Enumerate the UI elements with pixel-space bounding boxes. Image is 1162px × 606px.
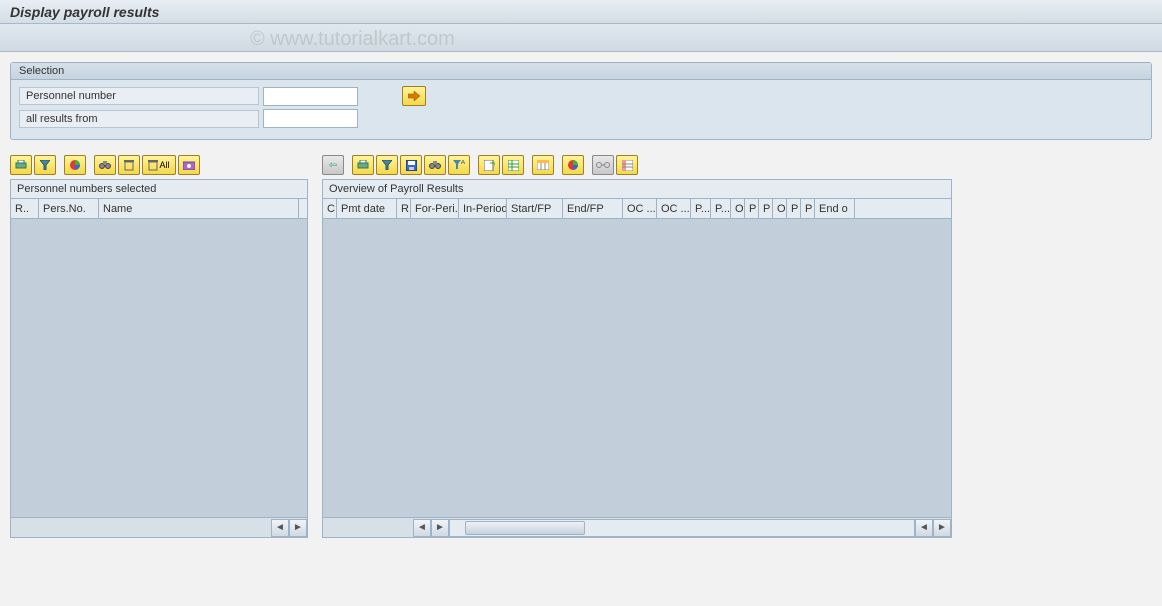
save-button[interactable] (400, 155, 422, 175)
refresh-button[interactable] (178, 155, 200, 175)
trash-icon (124, 160, 134, 171)
right-toolbar: ⇦ A (322, 154, 952, 176)
scroll-right-button-r2[interactable]: ► (933, 519, 951, 537)
column-header[interactable]: Pers.No. (39, 199, 99, 218)
export-button[interactable] (478, 155, 500, 175)
column-header[interactable]: End/FP (563, 199, 623, 218)
scroll-left-button-r[interactable]: ◄ (413, 519, 431, 537)
column-header[interactable]: P (745, 199, 759, 218)
column-header[interactable]: Pmt date (337, 199, 397, 218)
grid-settings-icon (622, 160, 633, 171)
disk-icon (406, 160, 417, 171)
left-grid-body[interactable] (11, 219, 307, 519)
svg-text:A: A (461, 160, 465, 166)
scroll-right-button[interactable]: ► (289, 519, 307, 537)
personnel-number-input[interactable] (263, 87, 358, 106)
find-button[interactable] (94, 155, 116, 175)
column-header[interactable]: C (323, 199, 337, 218)
back-button[interactable]: ⇦ (322, 155, 344, 175)
trash-icon (148, 160, 158, 171)
delete-button[interactable] (118, 155, 140, 175)
print-button[interactable] (10, 155, 32, 175)
column-header[interactable]: Start/FP (507, 199, 563, 218)
column-header[interactable]: R (397, 199, 411, 218)
personnel-number-label: Personnel number (19, 87, 259, 105)
camera-icon (183, 160, 195, 170)
right-pane: ⇦ A Overview of Payroll Results (322, 154, 952, 538)
column-header[interactable]: In-Period (459, 199, 507, 218)
column-header[interactable]: OC ... (657, 199, 691, 218)
link-button[interactable] (592, 155, 614, 175)
page-title: Display payroll results (10, 4, 159, 20)
arrow-right-icon (408, 91, 420, 101)
right-grid-title: Overview of Payroll Results (322, 179, 952, 198)
right-grid-body[interactable] (323, 219, 951, 519)
title-bar: Display payroll results (0, 0, 1162, 24)
layout-button[interactable] (532, 155, 554, 175)
print-button-r[interactable] (352, 155, 374, 175)
scroll-right-button-r[interactable]: ► (431, 519, 449, 537)
all-results-from-label: all results from (19, 110, 259, 128)
binoculars-icon (429, 160, 441, 170)
layout-icon (537, 160, 549, 170)
find-button-r[interactable] (424, 155, 446, 175)
delete-all-label: All (159, 160, 169, 170)
pie-chart-icon (567, 159, 579, 171)
column-header[interactable]: P (759, 199, 773, 218)
delete-all-button[interactable]: All (142, 155, 176, 175)
left-grid-title: Personnel numbers selected (10, 179, 308, 198)
column-header[interactable]: P (787, 199, 801, 218)
binoculars-icon (99, 160, 111, 170)
selection-header: Selection (11, 63, 1151, 80)
filter-icon (382, 160, 392, 170)
sub-toolbar (0, 24, 1162, 52)
scroll-track[interactable] (449, 519, 915, 537)
sort-filter-button[interactable]: A (448, 155, 470, 175)
scroll-left-button[interactable]: ◄ (271, 519, 289, 537)
column-header[interactable]: OC ... (623, 199, 657, 218)
right-grid-header: CPmt dateRFor-Peri..In-PeriodStart/FPEnd… (323, 199, 951, 219)
arrow-left-icon: ⇦ (329, 160, 337, 171)
filter-button-r[interactable] (376, 155, 398, 175)
settings-button[interactable] (616, 155, 638, 175)
left-toolbar: All (10, 154, 308, 176)
column-header[interactable]: O (773, 199, 787, 218)
left-grid: R..Pers.No.Name ◄ ► (10, 198, 308, 538)
spreadsheet-button[interactable] (502, 155, 524, 175)
left-grid-header: R..Pers.No.Name (11, 199, 307, 219)
filter-button[interactable] (34, 155, 56, 175)
right-scrollbar: ◄ ► ◄ ► (323, 517, 951, 537)
all-results-from-input[interactable] (263, 109, 358, 128)
chart-button-r[interactable] (562, 155, 584, 175)
column-header[interactable]: End o (815, 199, 855, 218)
left-scrollbar: ◄ ► (11, 517, 307, 537)
column-header[interactable]: Name (99, 199, 299, 218)
sort-filter-icon: A (453, 160, 465, 170)
column-header[interactable]: O (731, 199, 745, 218)
export-icon (484, 160, 495, 171)
column-header[interactable]: P... (691, 199, 711, 218)
filter-icon (40, 160, 50, 170)
selection-panel: Selection Personnel number all results f… (10, 62, 1152, 140)
scroll-left-button-r2[interactable]: ◄ (915, 519, 933, 537)
pie-chart-icon (69, 159, 81, 171)
left-pane: All Personnel numbers selected R..Pers.N… (10, 154, 308, 538)
column-header[interactable]: P (801, 199, 815, 218)
multiple-selection-button[interactable] (402, 86, 426, 106)
column-header[interactable]: P... (711, 199, 731, 218)
print-icon (15, 160, 27, 170)
chart-button[interactable] (64, 155, 86, 175)
print-icon (357, 160, 369, 170)
column-header[interactable]: For-Peri.. (411, 199, 459, 218)
spreadsheet-icon (508, 160, 519, 171)
glasses-icon (596, 161, 610, 169)
column-header[interactable]: R.. (11, 199, 39, 218)
right-grid: CPmt dateRFor-Peri..In-PeriodStart/FPEnd… (322, 198, 952, 538)
scroll-thumb[interactable] (465, 521, 585, 535)
